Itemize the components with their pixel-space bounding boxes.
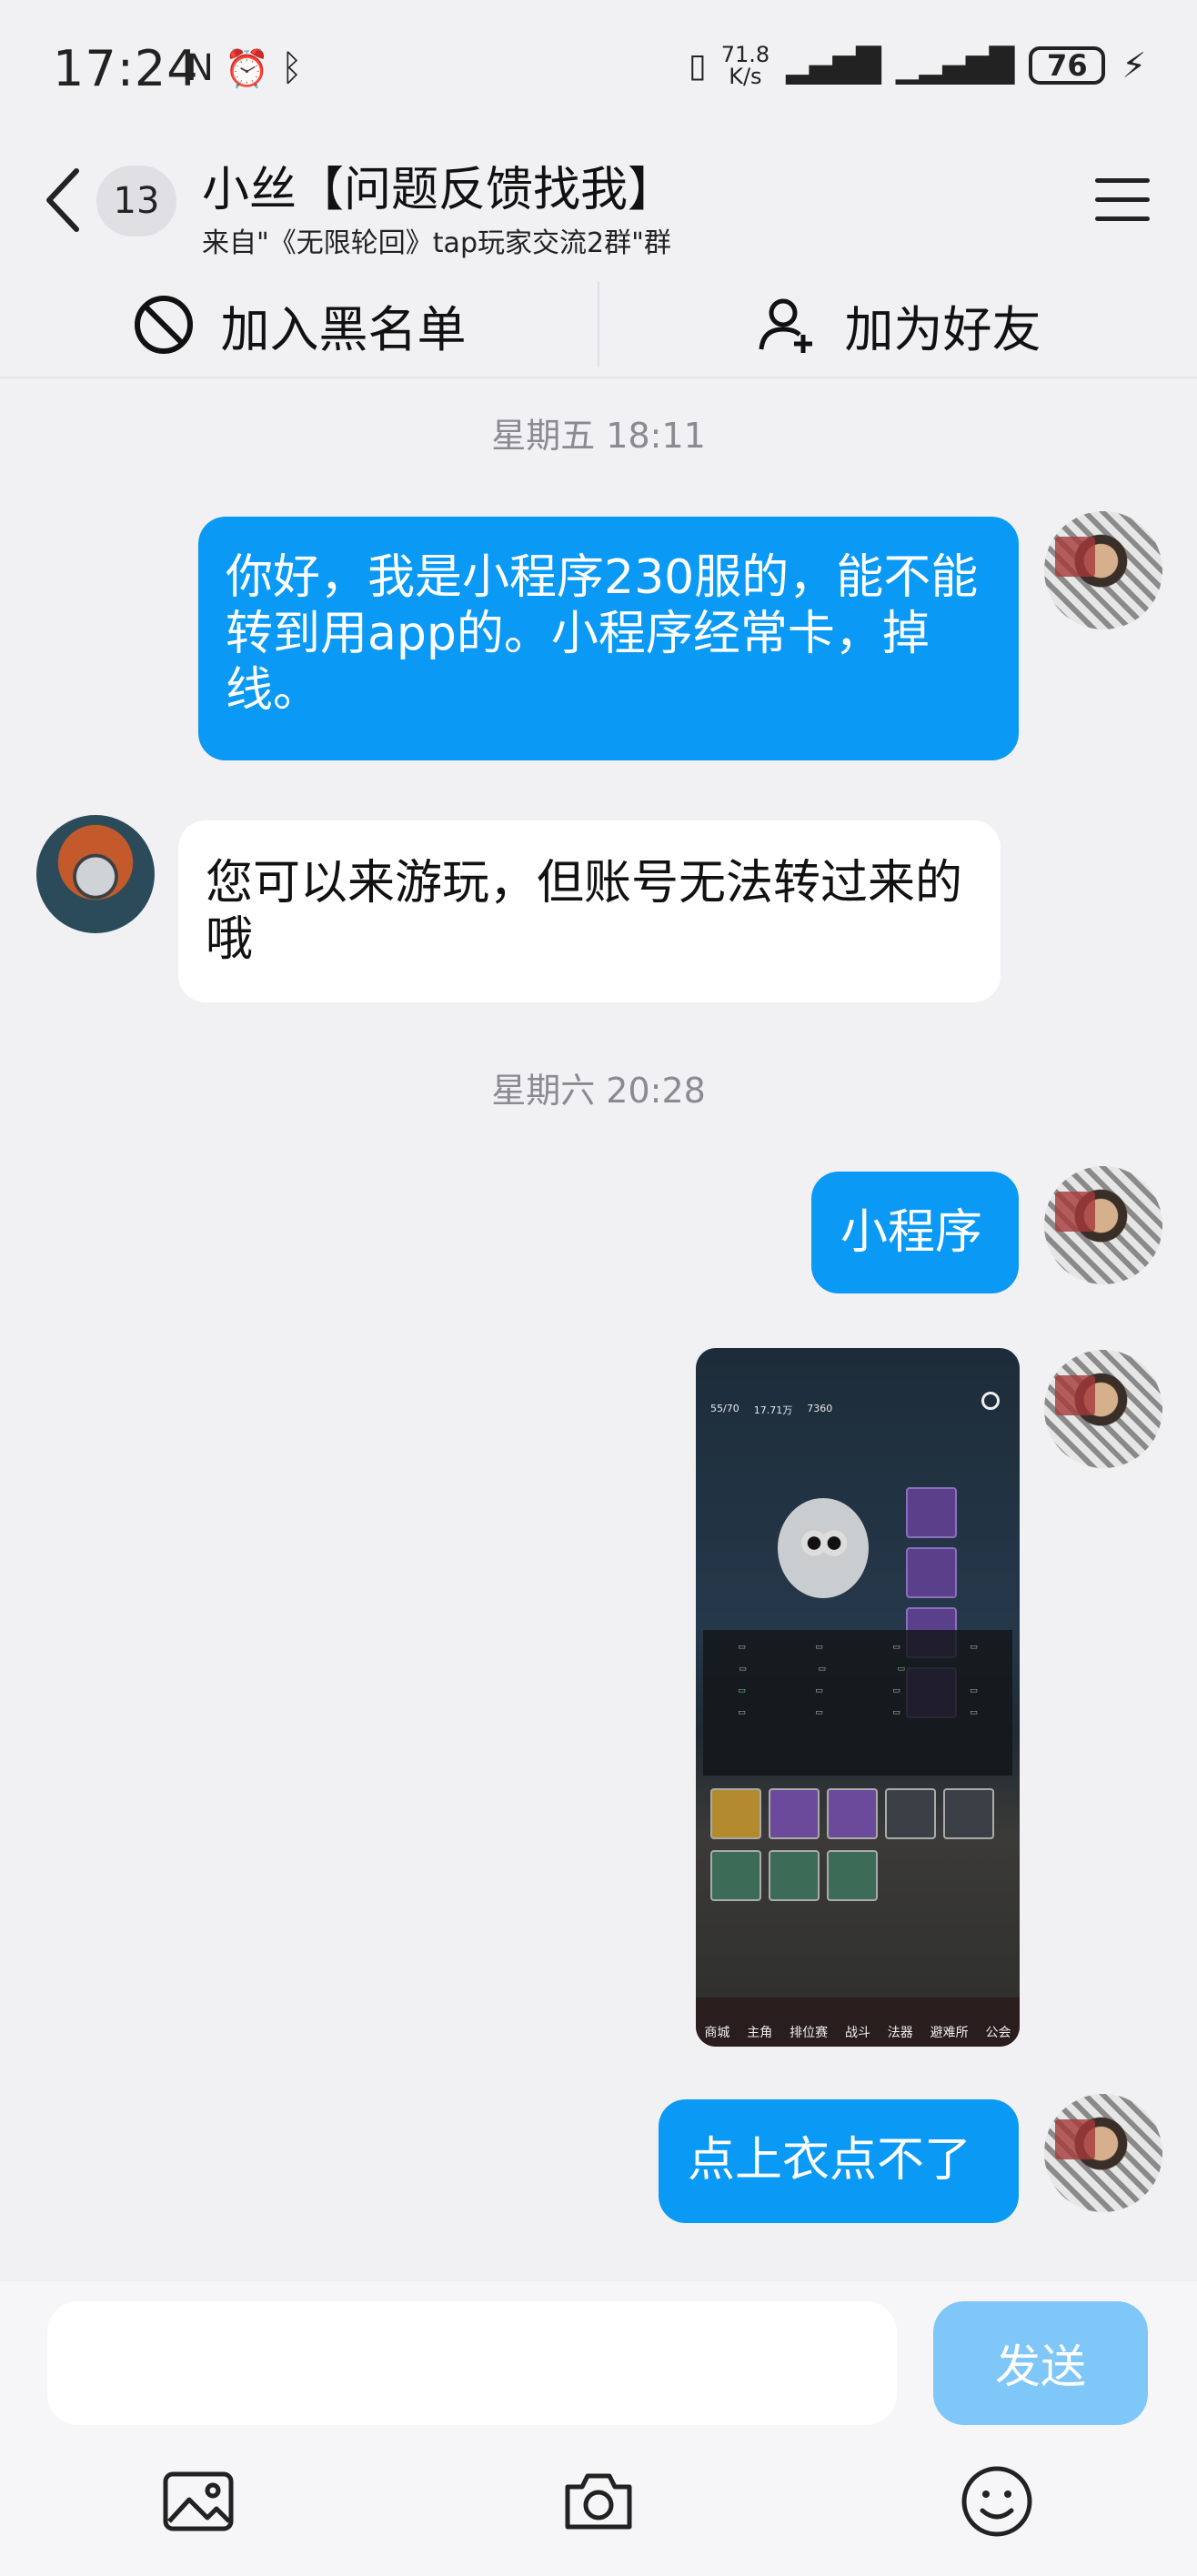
game-nav-item: 商城: [704, 2026, 730, 2040]
game-nav-item: 法器: [887, 2026, 913, 2040]
avatar-self[interactable]: [1044, 1350, 1162, 1468]
chat-subtitle: 来自"《无限轮回》tap玩家交流2群"群: [202, 227, 671, 259]
status-bar: 17:24 N ⏰ ᛒ ▯ 71.8 K/s ▂▄▆█ ▁▂▄▆█ 76 ⚡: [0, 0, 1197, 136]
nfc-icon: N: [186, 47, 214, 89]
game-gold: 17.71万: [753, 1404, 793, 1416]
action-bar: 加入黑名单 加为好友: [0, 273, 1197, 378]
signal-icon: ▂▄▆█: [786, 46, 881, 85]
status-time: 17:24: [53, 40, 199, 97]
add-friend-button[interactable]: 加为好友: [599, 273, 1197, 377]
signal2-icon: ▁▂▄▆█: [895, 46, 1014, 85]
blacklist-button[interactable]: 加入黑名单: [0, 273, 598, 377]
message-bubble-sent[interactable]: 点上衣点不了: [659, 2099, 1019, 2223]
net-speed-unit: K/s: [729, 64, 762, 89]
message-bubble-sent[interactable]: 小程序: [811, 1172, 1019, 1293]
game-nav-item: 公会: [985, 2026, 1011, 2040]
camera-icon[interactable]: [560, 2463, 637, 2540]
game-bottom-nav: 商城 主角 排位赛 战斗 法器 避难所 公会: [696, 1997, 1020, 2047]
message-input[interactable]: [47, 2301, 897, 2425]
message-bubble-received[interactable]: 您可以来游玩，但账号无法转过来的哦: [178, 820, 1001, 1002]
chat-title: 小丝【问题反馈找我】: [202, 163, 676, 217]
net-speed-value: 71.8: [720, 42, 770, 67]
send-button[interactable]: 发送: [933, 2301, 1148, 2425]
bluetooth-icon: ᛒ: [280, 47, 303, 89]
game-nav-item: 主角: [747, 2026, 773, 2040]
block-icon: [134, 296, 193, 354]
battery-icon: 76: [1029, 46, 1106, 85]
image-picker-icon[interactable]: [160, 2463, 236, 2540]
game-nav-item: 战斗: [844, 2026, 870, 2040]
chat-header: 13 小丝【问题反馈找我】 来自"《无限轮回》tap玩家交流2群"群: [0, 136, 1197, 273]
game-nav-item: 避难所: [930, 2026, 969, 2040]
menu-icon[interactable]: [1095, 178, 1150, 222]
avatar-self[interactable]: [1044, 2094, 1162, 2212]
status-left-icons: N ⏰ ᛒ: [186, 47, 303, 90]
alarm-icon: ⏰: [224, 48, 270, 90]
back-icon[interactable]: [40, 164, 86, 236]
game-settings-icon: [981, 1392, 1000, 1410]
game-energy: 55/70: [710, 1403, 739, 1414]
game-gems: 7360: [807, 1403, 833, 1414]
vibrate-icon: ▯: [688, 46, 707, 85]
net-speed: 71.8 K/s: [721, 44, 770, 87]
game-nav-item: 排位赛: [790, 2026, 829, 2040]
message-bubble-sent[interactable]: 你好，我是小程序230服的，能不能转到用app的。小程序经常卡，掉线。: [198, 517, 1019, 760]
charging-icon: ⚡: [1122, 45, 1146, 86]
avatar-contact[interactable]: [36, 815, 155, 933]
unread-count-badge[interactable]: 13: [96, 166, 176, 236]
timestamp: 星期六 20:28: [491, 1071, 706, 1111]
status-right-icons: ▯ 71.8 K/s ▂▄▆█ ▁▂▄▆█ 76 ⚡: [689, 44, 1146, 87]
game-character: [778, 1498, 869, 1598]
add-user-icon: [759, 298, 812, 353]
blacklist-label: 加入黑名单: [220, 300, 467, 358]
input-area: 发送: [0, 2281, 1197, 2576]
inventory-grid: [707, 1785, 1016, 1908]
game-filter-menu: ▭ ▭ ▭ ▭ ▭ ▭ ▭ ▭ ▭ ▭ ▭ ▭ ▭ ▭ ▭: [703, 1630, 1012, 1776]
timestamp: 星期五 18:11: [491, 416, 706, 456]
emoji-icon[interactable]: [959, 2463, 1035, 2540]
avatar-self[interactable]: [1044, 511, 1162, 629]
game-resource-bar: 55/70 17.71万 7360: [710, 1403, 1001, 1417]
avatar-self[interactable]: [1044, 1166, 1162, 1284]
add-friend-label: 加为好友: [844, 300, 1041, 358]
image-message[interactable]: 55/70 17.71万 7360 ▭ ▭ ▭ ▭ ▭ ▭ ▭ ▭ ▭ ▭ ▭ ▭ ▭ ▭ ▭ 商城 …: [696, 1348, 1020, 2047]
